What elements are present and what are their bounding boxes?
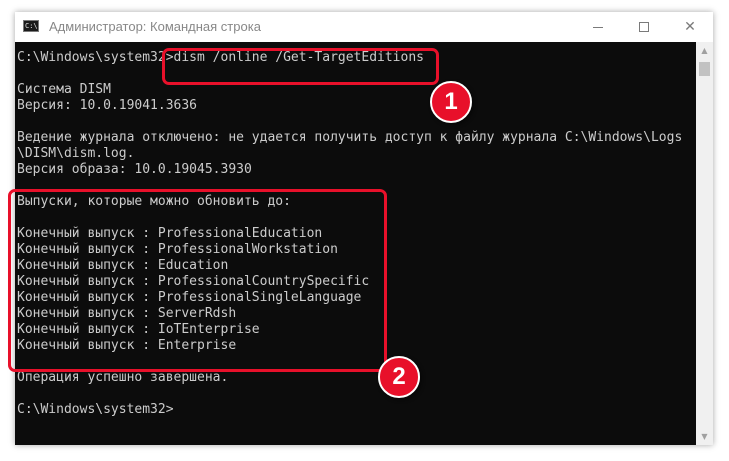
editions-highlight-box: [8, 189, 387, 372]
vertical-scrollbar[interactable]: ▲ ▼: [696, 42, 713, 445]
console-line: \DISM\dism.log.: [17, 146, 135, 161]
console-line: Ведение журнала отключено: не удается по…: [17, 130, 683, 145]
scroll-down-arrow-icon[interactable]: ▼: [696, 428, 713, 445]
console-line: Операция успешно завершена.: [17, 370, 229, 385]
console-line: Версия: 10.0.19041.3636: [17, 98, 198, 113]
minimize-button[interactable]: [575, 12, 621, 42]
step-1-badge: 1: [430, 81, 472, 123]
maximize-button[interactable]: [621, 12, 667, 42]
close-icon: ✕: [684, 19, 696, 35]
close-button[interactable]: ✕: [667, 12, 713, 42]
console-line: Версия образа: 10.0.19045.3930: [17, 162, 252, 177]
maximize-icon: [639, 22, 649, 32]
cmd-app-icon: C:\: [23, 20, 39, 32]
step-2-badge: 2: [378, 356, 420, 398]
window-title: Администратор: Командная строка: [49, 19, 261, 34]
console-line: C:\Windows\system32>: [17, 402, 174, 417]
minimize-icon: [593, 27, 603, 28]
command-highlight-box: [162, 48, 439, 85]
scroll-up-arrow-icon[interactable]: ▲: [696, 42, 713, 59]
console-line: Система DISM: [17, 82, 111, 97]
title-bar[interactable]: C:\ Администратор: Командная строка ✕: [15, 12, 713, 43]
scroll-thumb[interactable]: [699, 62, 710, 76]
